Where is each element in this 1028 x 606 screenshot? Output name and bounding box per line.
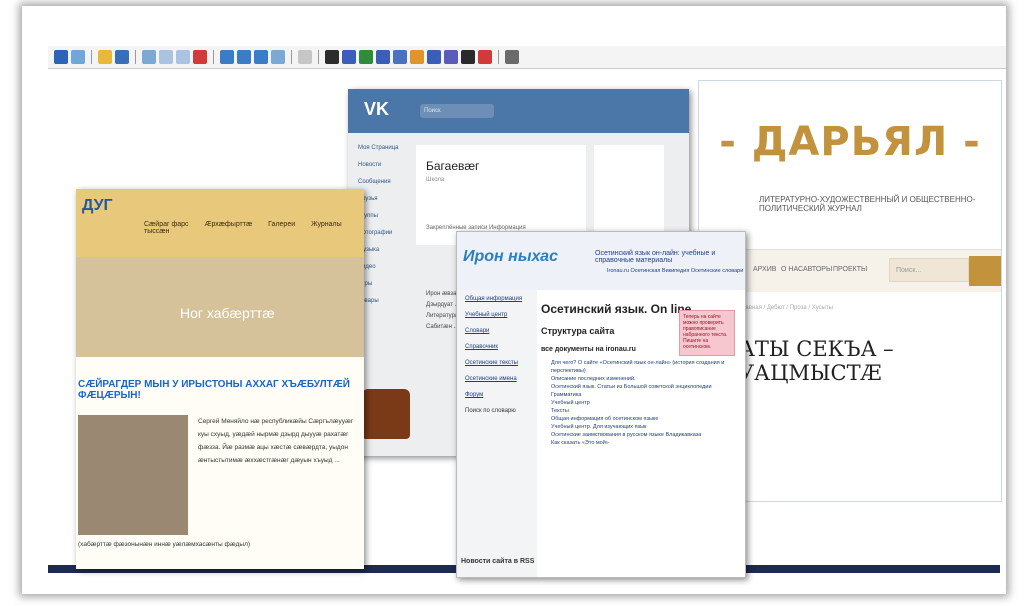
highlighter-icon[interactable] xyxy=(444,50,458,64)
profile-name: Багаевæг xyxy=(426,159,480,173)
ironau-logo[interactable]: Ирон ныхас xyxy=(463,248,558,266)
toolbar-separator xyxy=(318,50,319,64)
list-item[interactable]: Учебный центр. Для изучающих язык xyxy=(551,423,741,431)
spellcheck-note[interactable]: Теперь на сайте можно проверить правопис… xyxy=(679,310,735,356)
toolbar-separator xyxy=(135,50,136,64)
pen-icon[interactable] xyxy=(342,50,356,64)
list-item[interactable]: Общая информация об осетинском языке xyxy=(551,415,741,423)
sidebar-link[interactable]: Форум xyxy=(465,392,529,398)
search-input[interactable]: Поиск... xyxy=(889,258,969,282)
vk-logo[interactable]: VK xyxy=(364,99,389,120)
ironau-sidebar: Общая информация Учебный центр Словари С… xyxy=(457,290,537,577)
dug-nav: Сæйраг фарс Æрхæфырттæ Галереи Журналы т… xyxy=(144,221,364,235)
search-input[interactable]: Поиск xyxy=(420,104,494,118)
list-item[interactable]: Грамматика xyxy=(551,391,741,399)
dug-banner: Ног хабæрттæ xyxy=(76,257,364,357)
sidebar-link[interactable]: Осетинские тексты xyxy=(465,360,529,366)
editor-toolbar xyxy=(48,46,1006,69)
nav-item[interactable]: АВТОРЫ xyxy=(803,266,832,273)
list-item[interactable]: Тексты xyxy=(551,407,741,415)
sidebar-link[interactable]: Осетинские имена xyxy=(465,376,529,382)
list-item[interactable]: Описание последних изменений. xyxy=(551,375,741,383)
dug-website: ДУГ Сæйраг фарс Æрхæфырттæ Галереи Журна… xyxy=(76,189,364,569)
brush-icon[interactable] xyxy=(376,50,390,64)
daryal-logo: - ДАРЬЯЛ - xyxy=(719,119,981,165)
search-label: Поиск по словарю xyxy=(465,408,516,414)
ironau-header: Ирон ныхас Осетинский язык он-лайн: учеб… xyxy=(457,232,745,290)
toolbar-separator xyxy=(291,50,292,64)
list-item[interactable]: Осетинские заимствования в русском языке… xyxy=(551,431,741,439)
sidebar-link[interactable]: Словари xyxy=(465,328,529,334)
sidebar-item[interactable]: Сообщения xyxy=(358,179,408,185)
sidebar-item[interactable]: Новости xyxy=(358,162,408,168)
color-picker-icon[interactable] xyxy=(461,50,475,64)
nav-item[interactable]: О НАС xyxy=(781,266,803,273)
copy-icon[interactable] xyxy=(142,50,156,64)
save-icon[interactable] xyxy=(115,50,129,64)
briefcase-image xyxy=(362,389,410,439)
nav-item[interactable]: Æрхæфырттæ xyxy=(204,221,252,228)
ironau-website: Ирон ныхас Осетинский язык он-лайн: учеб… xyxy=(456,231,746,578)
sidebar-link[interactable]: Учебный центр xyxy=(465,312,529,318)
window-icon[interactable] xyxy=(254,50,268,64)
dug-header: ДУГ Сæйраг фарс Æрхæфырттæ Галереи Журна… xyxy=(76,189,364,257)
sidebar-item[interactable]: Музыка xyxy=(358,247,408,253)
text-icon[interactable] xyxy=(478,50,492,64)
article-text: Сергей Меняйло нæ республикæйы Сæргълæуу… xyxy=(198,418,354,464)
rss-label[interactable]: Новости сайта в RSS xyxy=(461,558,534,565)
line-icon[interactable] xyxy=(393,50,407,64)
sidebar-item[interactable]: Друзья xyxy=(358,196,408,202)
page-title: АТЫ СЕКЪА – УАЦМЫСТÆ xyxy=(739,337,894,385)
refresh-icon[interactable] xyxy=(71,50,85,64)
search-button[interactable] xyxy=(969,256,1001,286)
arrow-right-icon[interactable] xyxy=(54,50,68,64)
banner-title: Ног хабæрттæ xyxy=(180,305,275,321)
list-item[interactable]: Как сказать «Это мой» xyxy=(551,439,741,447)
region-icon[interactable] xyxy=(271,50,285,64)
undo-icon[interactable] xyxy=(159,50,173,64)
vk-header: VK Поиск xyxy=(348,89,689,133)
article-caption: (хабæрттæ фæзонынæн иннæ уæлæмхасæнты фæ… xyxy=(78,541,251,548)
nav-item[interactable]: Галереи xyxy=(268,221,295,228)
toolbar-separator xyxy=(498,50,499,64)
cursor-icon[interactable] xyxy=(325,50,339,64)
grid-icon[interactable] xyxy=(298,50,312,64)
sidebar-item[interactable]: Товары xyxy=(358,298,408,304)
folder-icon[interactable] xyxy=(98,50,112,64)
sidebar-item[interactable]: Группы xyxy=(358,213,408,219)
profile-subtitle: Школа xyxy=(426,177,445,183)
list-item[interactable]: Для чего? О сайте «Осетинский язык он-ла… xyxy=(551,359,741,375)
sidebar-item[interactable]: Видео xyxy=(358,264,408,270)
breadcrumb: Главная / Дебют / Проза / Хусыты xyxy=(739,305,833,311)
dug-logo[interactable]: ДУГ xyxy=(82,197,113,215)
vk-sidebar: Моя Страница Новости Сообщения Друзья Гр… xyxy=(358,145,408,315)
toolbar-separator xyxy=(213,50,214,64)
settings-icon[interactable] xyxy=(505,50,519,64)
ironau-title: Осетинский язык он-лайн: учебные и справ… xyxy=(595,250,716,264)
arrow-icon[interactable] xyxy=(427,50,441,64)
sidebar-item[interactable]: Игры xyxy=(358,281,408,287)
article-photo xyxy=(78,415,188,535)
article-headline[interactable]: СÆЙРАГДЕР МЫН У ИРЫСТОНЫ АХХАГ ХЪÆБУЛТÆЙ… xyxy=(78,379,358,401)
eraser-icon[interactable] xyxy=(410,50,424,64)
close-icon[interactable] xyxy=(193,50,207,64)
sidebar-link[interactable]: Общая информация xyxy=(465,296,529,302)
monitor-icon[interactable] xyxy=(220,50,234,64)
list-item[interactable]: Учебный центр xyxy=(551,399,741,407)
marker-icon[interactable] xyxy=(359,50,373,64)
sidebar-item[interactable]: Моя Страница xyxy=(358,145,408,151)
redo-icon[interactable] xyxy=(176,50,190,64)
list-item[interactable]: Осетинский язык. Статьи из Большой совет… xyxy=(551,383,741,391)
daryal-tagline: ЛИТЕРАТУРНО-ХУДОЖЕСТВЕННЫЙ И ОБЩЕСТВЕННО… xyxy=(759,195,976,213)
sidebar-item[interactable]: Фотографии xyxy=(358,230,408,236)
nav-item[interactable]: ПРОЕКТЫ xyxy=(833,266,867,273)
ironau-top-links[interactable]: Ironau.ru Осетинская Википедия Осетински… xyxy=(607,268,743,274)
sidebar-link[interactable]: Справочник xyxy=(465,344,529,350)
nav-item[interactable]: Сæйраг фарс xyxy=(144,221,189,228)
vk-profile-card: Багаевæг Школа Закреплённые записи Инфор… xyxy=(416,145,586,245)
monitor-icon[interactable] xyxy=(237,50,251,64)
nav-item[interactable]: АРХИВ xyxy=(753,266,776,273)
toolbar-separator xyxy=(91,50,92,64)
